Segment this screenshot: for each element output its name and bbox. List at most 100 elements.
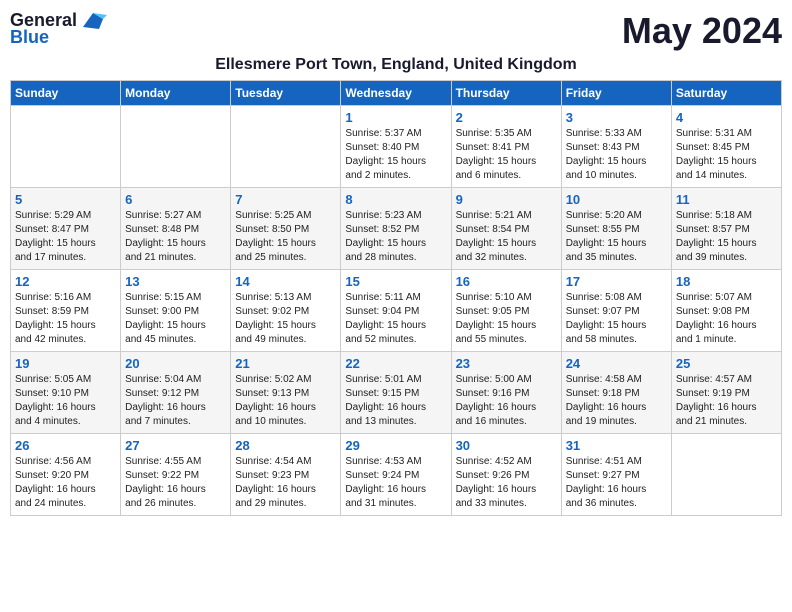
calendar-cell: 24Sunrise: 4:58 AM Sunset: 9:18 PM Dayli… xyxy=(561,352,671,434)
calendar-cell: 14 Sunrise: 5:13 AM Sunset: 9:02 PM Dayli… xyxy=(231,270,341,352)
day-number: 12 xyxy=(15,274,116,289)
header-wednesday: Wednesday xyxy=(341,81,451,106)
week-row-3: 12Sunrise: 5:16 AM Sunset: 8:59 PM Dayli… xyxy=(11,270,782,352)
calendar-cell: 12Sunrise: 5:16 AM Sunset: 8:59 PM Dayli… xyxy=(11,270,121,352)
week-row-1: 1 Sunrise: 5:37 AM Sunset: 8:40 PM Daylig… xyxy=(11,106,782,188)
day-info: Sunrise: 5:23 AM Sunset: 8:52 PM Dayligh… xyxy=(345,209,446,265)
calendar-cell: 3Sunrise: 5:33 AM Sunset: 8:43 PM Daylig… xyxy=(561,106,671,188)
day-info: Sunrise: 5:05 AM Sunset: 9:10 PM Dayligh… xyxy=(15,373,116,429)
day-number: 31 xyxy=(566,438,667,453)
day-info: Sunrise: 5:08 AM Sunset: 9:07 PM Dayligh… xyxy=(566,291,667,347)
day-number: 20 xyxy=(125,356,226,371)
day-number: 28 xyxy=(235,438,336,453)
day-number: 8 xyxy=(345,192,446,207)
day-info: Sunrise: 5:10 AM Sunset: 9:05 PM Dayligh… xyxy=(456,291,557,347)
header-sunday: Sunday xyxy=(11,81,121,106)
day-number: 26 xyxy=(15,438,116,453)
day-number: 5 xyxy=(15,192,116,207)
day-info: Sunrise: 4:57 AM Sunset: 9:19 PM Dayligh… xyxy=(676,373,777,429)
day-number: 4 xyxy=(676,110,777,125)
week-row-4: 19 Sunrise: 5:05 AM Sunset: 9:10 PM Dayli… xyxy=(11,352,782,434)
calendar-cell: 2 Sunrise: 5:35 AM Sunset: 8:41 PM Daylig… xyxy=(451,106,561,188)
calendar-cell: 28 Sunrise: 4:54 AM Sunset: 9:23 PM Dayli… xyxy=(231,434,341,516)
calendar-cell: 13 Sunrise: 5:15 AM Sunset: 9:00 PM Dayli… xyxy=(121,270,231,352)
day-number: 3 xyxy=(566,110,667,125)
day-info: Sunrise: 4:53 AM Sunset: 9:24 PM Dayligh… xyxy=(345,455,446,511)
calendar-cell: 26 Sunrise: 4:56 AM Sunset: 9:20 PM Dayli… xyxy=(11,434,121,516)
day-number: 22 xyxy=(345,356,446,371)
day-number: 24 xyxy=(566,356,667,371)
calendar-cell: 10 Sunrise: 5:20 AM Sunset: 8:55 PM Dayli… xyxy=(561,188,671,270)
calendar-cell: 9Sunrise: 5:21 AM Sunset: 8:54 PM Daylig… xyxy=(451,188,561,270)
calendar-cell: 21 Sunrise: 5:02 AM Sunset: 9:13 PM Dayli… xyxy=(231,352,341,434)
day-info: Sunrise: 4:52 AM Sunset: 9:26 PM Dayligh… xyxy=(456,455,557,511)
day-number: 16 xyxy=(456,274,557,289)
calendar-cell xyxy=(11,106,121,188)
day-number: 19 xyxy=(15,356,116,371)
day-info: Sunrise: 5:00 AM Sunset: 9:16 PM Dayligh… xyxy=(456,373,557,429)
day-info: Sunrise: 4:51 AM Sunset: 9:27 PM Dayligh… xyxy=(566,455,667,511)
day-info: Sunrise: 5:01 AM Sunset: 9:15 PM Dayligh… xyxy=(345,373,446,429)
logo: General Blue xyxy=(10,10,107,48)
calendar-cell: 6 Sunrise: 5:27 AM Sunset: 8:48 PM Daylig… xyxy=(121,188,231,270)
calendar-cell: 4 Sunrise: 5:31 AM Sunset: 8:45 PM Daylig… xyxy=(671,106,781,188)
day-number: 29 xyxy=(345,438,446,453)
day-info: Sunrise: 5:20 AM Sunset: 8:55 PM Dayligh… xyxy=(566,209,667,265)
day-info: Sunrise: 5:27 AM Sunset: 8:48 PM Dayligh… xyxy=(125,209,226,265)
calendar-cell: 1 Sunrise: 5:37 AM Sunset: 8:40 PM Daylig… xyxy=(341,106,451,188)
day-number: 30 xyxy=(456,438,557,453)
day-number: 6 xyxy=(125,192,226,207)
day-number: 21 xyxy=(235,356,336,371)
calendar-cell xyxy=(231,106,341,188)
day-number: 27 xyxy=(125,438,226,453)
day-number: 23 xyxy=(456,356,557,371)
calendar-cell xyxy=(671,434,781,516)
header-row: SundayMondayTuesdayWednesdayThursdayFrid… xyxy=(11,81,782,106)
day-number: 14 xyxy=(235,274,336,289)
day-info: Sunrise: 5:15 AM Sunset: 9:00 PM Dayligh… xyxy=(125,291,226,347)
day-info: Sunrise: 5:07 AM Sunset: 9:08 PM Dayligh… xyxy=(676,291,777,347)
calendar-cell: 5Sunrise: 5:29 AM Sunset: 8:47 PM Daylig… xyxy=(11,188,121,270)
calendar-cell: 30 Sunrise: 4:52 AM Sunset: 9:26 PM Dayli… xyxy=(451,434,561,516)
day-info: Sunrise: 5:02 AM Sunset: 9:13 PM Dayligh… xyxy=(235,373,336,429)
header-monday: Monday xyxy=(121,81,231,106)
day-info: Sunrise: 5:18 AM Sunset: 8:57 PM Dayligh… xyxy=(676,209,777,265)
calendar-cell: 31 Sunrise: 4:51 AM Sunset: 9:27 PM Dayli… xyxy=(561,434,671,516)
day-info: Sunrise: 5:37 AM Sunset: 8:40 PM Dayligh… xyxy=(345,127,446,183)
day-number: 25 xyxy=(676,356,777,371)
day-info: Sunrise: 5:35 AM Sunset: 8:41 PM Dayligh… xyxy=(456,127,557,183)
day-number: 10 xyxy=(566,192,667,207)
day-number: 2 xyxy=(456,110,557,125)
day-info: Sunrise: 5:04 AM Sunset: 9:12 PM Dayligh… xyxy=(125,373,226,429)
header-saturday: Saturday xyxy=(671,81,781,106)
logo-icon xyxy=(79,11,107,31)
page-header: General Blue May 2024 xyxy=(10,10,782,52)
calendar-cell: 18Sunrise: 5:07 AM Sunset: 9:08 PM Dayli… xyxy=(671,270,781,352)
calendar-cell: 16 Sunrise: 5:10 AM Sunset: 9:05 PM Dayli… xyxy=(451,270,561,352)
calendar-cell: 20 Sunrise: 5:04 AM Sunset: 9:12 PM Dayli… xyxy=(121,352,231,434)
calendar-cell: 17Sunrise: 5:08 AM Sunset: 9:07 PM Dayli… xyxy=(561,270,671,352)
calendar-cell: 22 Sunrise: 5:01 AM Sunset: 9:15 PM Dayli… xyxy=(341,352,451,434)
calendar-cell: 7Sunrise: 5:25 AM Sunset: 8:50 PM Daylig… xyxy=(231,188,341,270)
day-info: Sunrise: 4:56 AM Sunset: 9:20 PM Dayligh… xyxy=(15,455,116,511)
day-number: 1 xyxy=(345,110,446,125)
calendar-cell xyxy=(121,106,231,188)
day-info: Sunrise: 5:11 AM Sunset: 9:04 PM Dayligh… xyxy=(345,291,446,347)
day-info: Sunrise: 4:55 AM Sunset: 9:22 PM Dayligh… xyxy=(125,455,226,511)
calendar-cell: 29 Sunrise: 4:53 AM Sunset: 9:24 PM Dayli… xyxy=(341,434,451,516)
header-tuesday: Tuesday xyxy=(231,81,341,106)
calendar-cell: 19 Sunrise: 5:05 AM Sunset: 9:10 PM Dayli… xyxy=(11,352,121,434)
calendar-cell: 27 Sunrise: 4:55 AM Sunset: 9:22 PM Dayli… xyxy=(121,434,231,516)
day-number: 13 xyxy=(125,274,226,289)
calendar-cell: 11Sunrise: 5:18 AM Sunset: 8:57 PM Dayli… xyxy=(671,188,781,270)
header-friday: Friday xyxy=(561,81,671,106)
calendar-cell: 23 Sunrise: 5:00 AM Sunset: 9:16 PM Dayli… xyxy=(451,352,561,434)
calendar-cell: 25 Sunrise: 4:57 AM Sunset: 9:19 PM Dayli… xyxy=(671,352,781,434)
day-info: Sunrise: 5:13 AM Sunset: 9:02 PM Dayligh… xyxy=(235,291,336,347)
logo-blue: Blue xyxy=(10,27,49,48)
day-info: Sunrise: 5:31 AM Sunset: 8:45 PM Dayligh… xyxy=(676,127,777,183)
day-info: Sunrise: 4:54 AM Sunset: 9:23 PM Dayligh… xyxy=(235,455,336,511)
day-number: 9 xyxy=(456,192,557,207)
calendar-cell: 15Sunrise: 5:11 AM Sunset: 9:04 PM Dayli… xyxy=(341,270,451,352)
day-info: Sunrise: 5:25 AM Sunset: 8:50 PM Dayligh… xyxy=(235,209,336,265)
